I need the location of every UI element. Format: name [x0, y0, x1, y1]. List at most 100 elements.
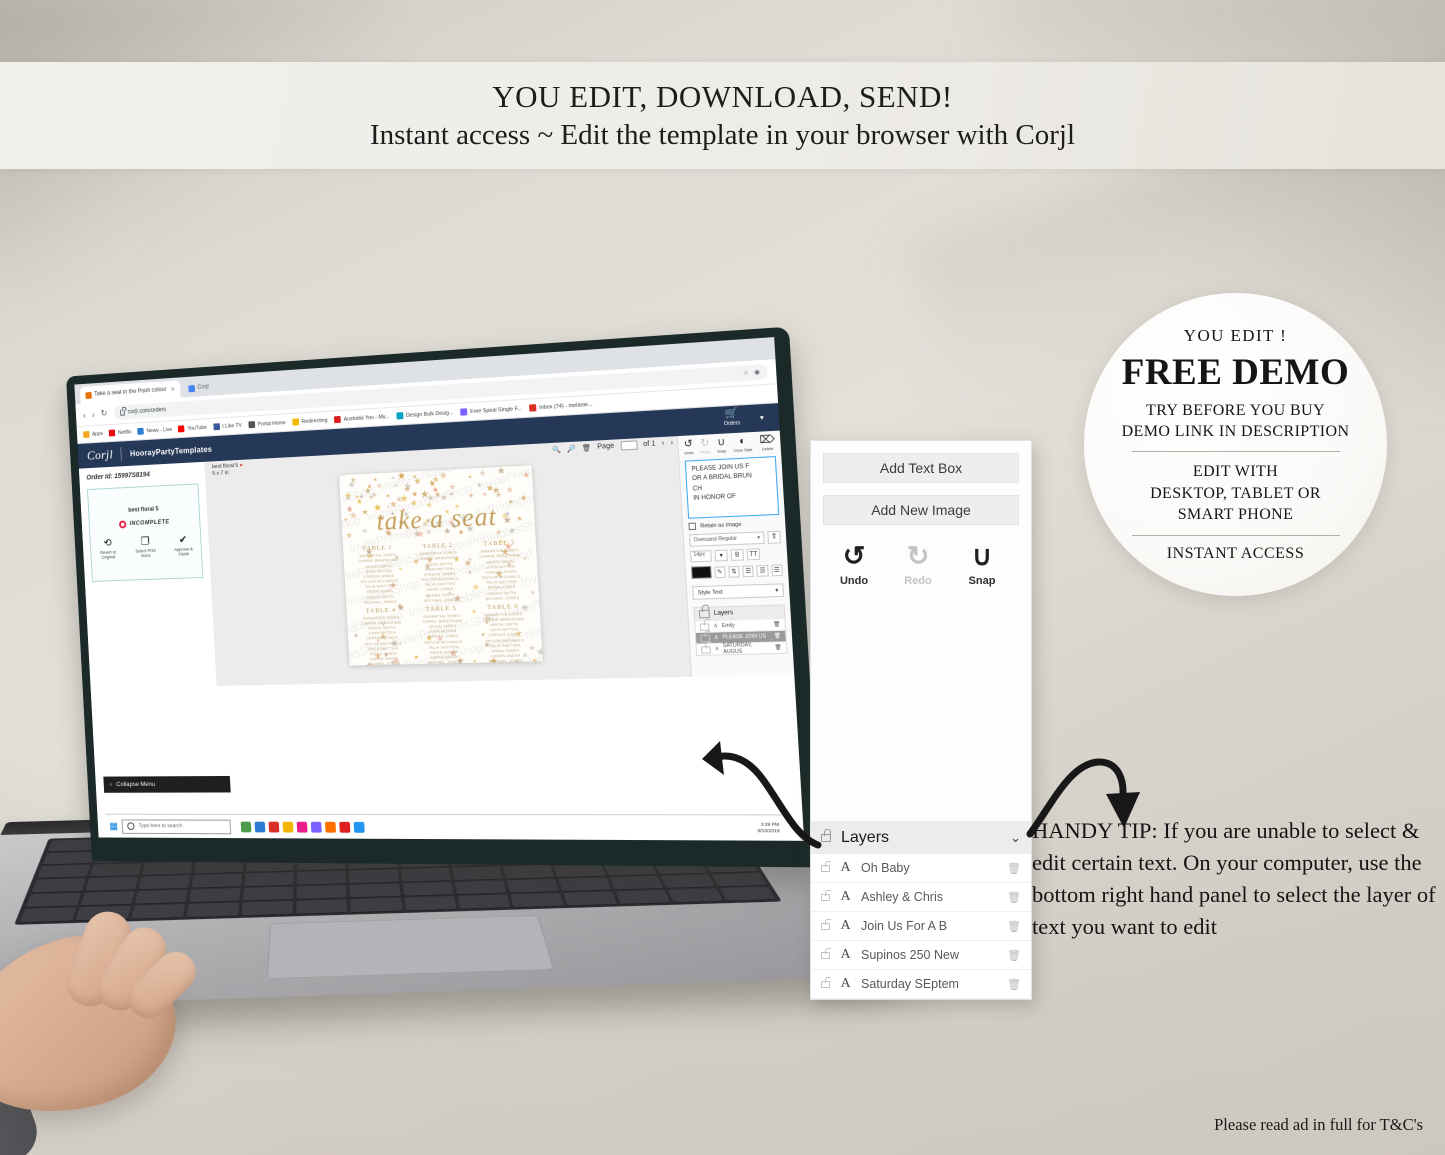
taskbar-app-icon[interactable]	[283, 821, 294, 832]
unlock-icon[interactable]	[700, 623, 710, 631]
editor-tool[interactable]: ↻ Redo	[700, 439, 710, 455]
back-icon[interactable]: ‹	[83, 410, 86, 420]
taskbar-app-icon[interactable]	[368, 821, 379, 832]
keyboard-key[interactable]	[297, 899, 348, 914]
collapse-menu-button[interactable]: ‹ Collapse Menu	[103, 776, 230, 793]
keyboard-key[interactable]	[297, 885, 347, 899]
keyboard-key[interactable]	[194, 861, 244, 874]
taskbar-app-icon[interactable]	[311, 821, 322, 832]
trash-icon[interactable]: 🗑	[1007, 949, 1021, 962]
windows-icon[interactable]: ▦	[109, 821, 118, 832]
unlock-icon[interactable]	[821, 894, 830, 901]
trash-icon[interactable]: 🗑	[582, 443, 592, 452]
thumbnail-action[interactable]: ❐ Select Print Sizes	[131, 536, 159, 559]
layer-row[interactable]: A Join Us For A B 🗑	[811, 912, 1031, 941]
keyboard-key[interactable]	[142, 862, 193, 875]
panel-tool-snap[interactable]: ∪ Snap	[961, 543, 1003, 587]
color-swatch[interactable]	[691, 566, 711, 579]
bookmark-item[interactable]: News - Live	[137, 426, 172, 435]
keyboard-key[interactable]	[660, 874, 715, 888]
unlock-icon[interactable]	[821, 923, 830, 930]
keyboard-key[interactable]	[553, 864, 605, 877]
taskbar-app-icon[interactable]	[269, 821, 280, 832]
editor-tool[interactable]: ↺ Undo	[683, 439, 693, 455]
keyboard-key[interactable]	[457, 894, 510, 908]
thumbnail-action[interactable]: ✔ Approve & Finish	[169, 535, 197, 558]
align-right-icon[interactable]: ☰	[771, 564, 783, 576]
bookmark-star-icon[interactable]: ☆	[743, 369, 749, 377]
trash-icon[interactable]: 🗑	[775, 645, 782, 651]
align-center-icon[interactable]: ☰	[757, 564, 769, 576]
keyboard-key[interactable]	[404, 896, 456, 910]
align-left-icon[interactable]: ☰	[742, 565, 754, 577]
font-upload-icon[interactable]: ⇧	[767, 531, 781, 544]
trash-icon[interactable]: 🗑	[773, 621, 780, 627]
editor-tool[interactable]: ◐ Clear Style	[733, 436, 753, 453]
browser-tab-inactive[interactable]: Corjl	[182, 378, 214, 397]
unlock-icon[interactable]	[821, 981, 830, 988]
unlock-icon[interactable]	[821, 952, 830, 959]
text-edit-box[interactable]: PLEASE JOIN US F OR A BRIDAL BRUN CH IN HON…	[685, 456, 780, 519]
add-new-image-button[interactable]: Add New Image	[823, 495, 1019, 525]
keyboard-key[interactable]	[558, 877, 611, 891]
taskbar-search[interactable]: Type here to search	[122, 819, 232, 834]
zoom-out-icon[interactable]: 🔎	[567, 444, 576, 453]
unlock-icon[interactable]	[701, 646, 711, 654]
seating-chart-design[interactable]: ★ ★ ★ ★ ★ ★ ★ ★ ★ ★ ★ ★ ★ ★ ★ ★ ★ ★ ★ ★ ★ ★ ★ ★ ★ ★ ★ ★ ★ ★ ★ ★ ★ ★ ★ ★ ★ ★ ★ ★…	[339, 466, 543, 666]
zoom-in-icon[interactable]: 🔍	[552, 445, 561, 454]
trash-icon[interactable]: 🗑	[1007, 920, 1021, 933]
add-text-box-button[interactable]: Add Text Box	[823, 453, 1019, 483]
font-family-select[interactable]: Oversand Regular ▾	[689, 531, 765, 546]
keyboard-key[interactable]	[350, 883, 400, 897]
taskbar-app-icon[interactable]	[354, 821, 365, 832]
keyboard-key[interactable]	[667, 888, 723, 902]
bookmark-item[interactable]: Free Spiral Single F...	[460, 405, 522, 416]
forward-icon[interactable]: ›	[92, 409, 95, 419]
layer-row[interactable]: A Supinos 250 New 🗑	[811, 941, 1031, 970]
extensions-icon[interactable]: ◉	[754, 369, 760, 377]
keyboard-key[interactable]	[37, 865, 90, 878]
layer-row[interactable]: A Oh Baby 🗑	[811, 854, 1031, 883]
layer-row[interactable]: A Ashley & Chris 🗑	[811, 883, 1031, 912]
keyboard-key[interactable]	[609, 876, 663, 890]
keyboard-key[interactable]	[297, 871, 346, 884]
trash-icon[interactable]: 🗑	[1007, 862, 1021, 875]
keyboard-key[interactable]	[711, 873, 766, 887]
keyboard-key[interactable]	[510, 893, 564, 907]
design-thumbnail-card[interactable]: best floral 5 INCOMPLETE ⟲ Revert to Orig…	[87, 483, 203, 582]
italic-icon[interactable]: TT	[747, 548, 761, 560]
panel-tool-redo[interactable]: ↻ Redo	[897, 543, 939, 587]
reload-icon[interactable]: ↻	[100, 408, 107, 419]
orders-button[interactable]: 🛒 Orders	[723, 409, 740, 428]
bookmark-item[interactable]: I Like TV	[213, 422, 242, 430]
keyboard-key[interactable]	[563, 891, 617, 905]
retain-as-image-row[interactable]: Retain as Image	[688, 519, 780, 530]
layer-row[interactable]: A Saturday SEptem 🗑	[811, 970, 1031, 999]
keyboard-key[interactable]	[506, 879, 559, 893]
keyboard-key[interactable]	[349, 870, 398, 883]
keyboard-key[interactable]	[719, 887, 775, 901]
bookmark-item[interactable]: Redirecting	[292, 417, 328, 426]
unlock-icon[interactable]	[821, 865, 830, 872]
bookmark-item[interactable]: Netflix	[109, 429, 132, 437]
checkbox[interactable]	[688, 523, 696, 531]
taskbar-app-icon[interactable]	[297, 821, 308, 832]
thumbnail-action[interactable]: ⟲ Revert to Original	[94, 538, 122, 561]
editor-tool[interactable]: ∪ Snap	[716, 438, 726, 454]
bookmark-item[interactable]: Portal Home	[248, 419, 286, 428]
keyboard-key[interactable]	[615, 890, 670, 904]
page-input[interactable]	[620, 440, 637, 450]
style-text-select[interactable]: Style Text ▾	[692, 583, 784, 599]
trash-icon[interactable]: 🗑	[1007, 891, 1021, 904]
layers-header[interactable]: Layers ⌄	[811, 821, 1031, 854]
panel-tool-undo[interactable]: ↺ Undo	[833, 543, 875, 587]
keyboard-key[interactable]	[452, 867, 503, 880]
editor-tool[interactable]: ⌦ Delete	[759, 435, 775, 452]
chevron-down-icon[interactable]: ▾	[714, 550, 728, 562]
bookmark-item[interactable]: YouTube	[178, 424, 207, 432]
trash-icon[interactable]: 🗑	[774, 633, 781, 639]
taskbar-app-icon[interactable]	[255, 821, 266, 832]
chevron-down-icon[interactable]: ▾	[760, 414, 764, 423]
taskbar-app-icon[interactable]	[325, 821, 336, 832]
keyboard-key[interactable]	[502, 865, 553, 878]
